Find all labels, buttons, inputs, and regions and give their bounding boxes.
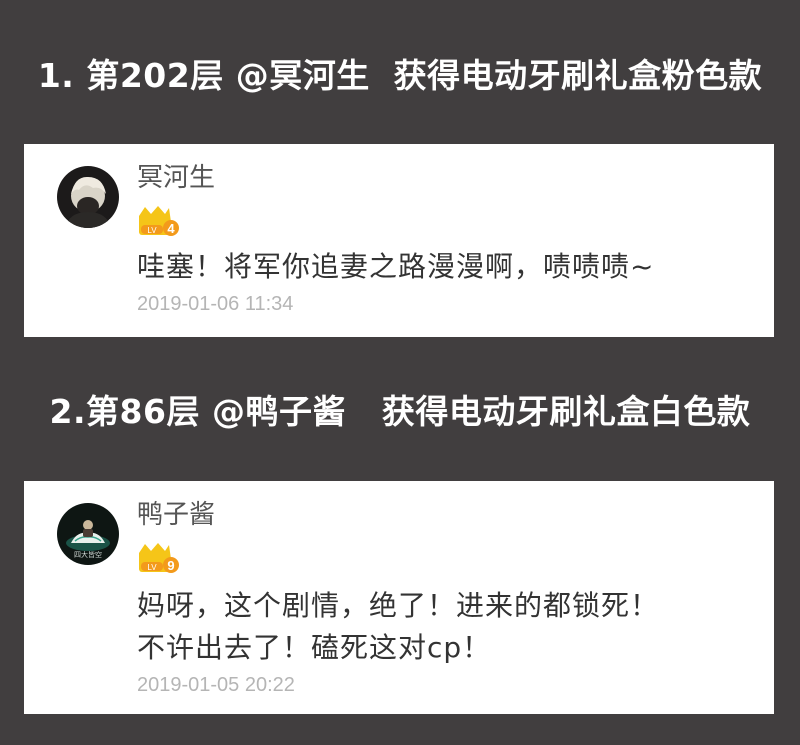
- avatar[interactable]: [57, 166, 119, 228]
- avatar-caption: 四大皆空: [74, 550, 102, 559]
- username[interactable]: 鸭子酱: [137, 498, 215, 532]
- level-prefix: LV: [147, 563, 157, 572]
- level-badge: LV 4: [135, 204, 181, 238]
- level-prefix: LV: [147, 226, 157, 235]
- comment-text: 哇塞！将军你追妻之路漫漫啊，啧啧啧~: [137, 250, 655, 283]
- avatar-image: [57, 166, 119, 228]
- award-heading-1: 1. 第202层 @冥河生 获得电动牙刷礼盒粉色款: [37, 56, 763, 95]
- level-number: 4: [167, 221, 175, 236]
- award-heading-2: 2.第86层 @鸭子酱 获得电动牙刷礼盒白色款: [49, 392, 751, 431]
- level-badge: LV 9: [135, 541, 181, 575]
- avatar[interactable]: 四大皆空: [57, 503, 119, 565]
- avatar-image: 四大皆空: [57, 503, 119, 565]
- comment-text: 妈呀，这个剧情，绝了！进来的都锁死！ 不许出去了！磕死这对cp！: [137, 589, 660, 664]
- level-number: 9: [167, 558, 174, 573]
- timestamp: 2019-01-05 20:22: [137, 674, 295, 696]
- username[interactable]: 冥河生: [137, 161, 215, 195]
- timestamp: 2019-01-06 11:34: [137, 293, 294, 315]
- comment-card-2: 四大皆空 鸭子酱 LV 9 妈呀，这个剧情，绝了！进来的都锁死！ 不许出去了！磕…: [24, 481, 774, 714]
- comment-card-1: 冥河生 LV 4 哇塞！将军你追妻之路漫漫啊，啧啧啧~ 2019-01-06 1…: [24, 144, 774, 337]
